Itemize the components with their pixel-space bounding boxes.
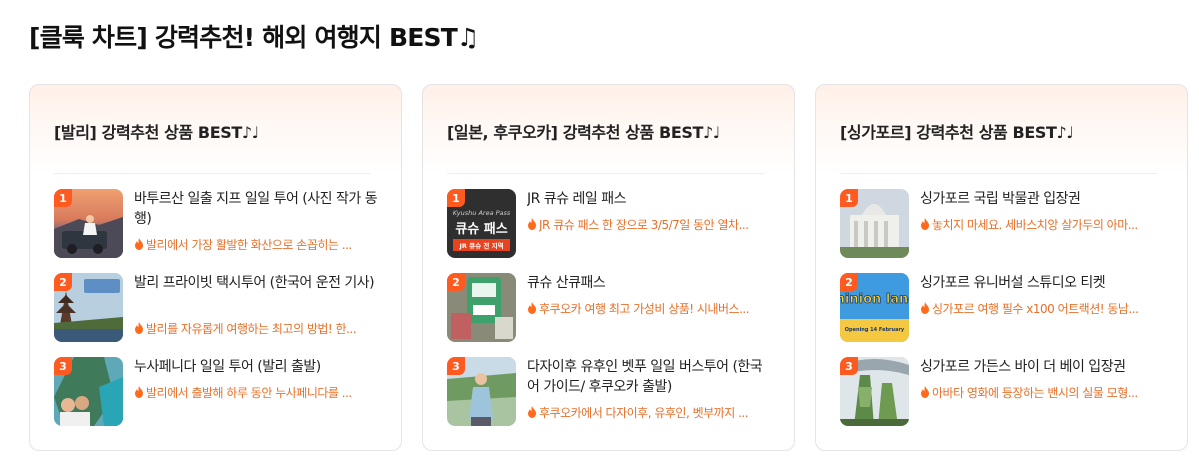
product-description: 후쿠오카에서 다자이후, 유후인, 벳부까지 ...	[527, 403, 772, 421]
product-description: 발리에서 가장 활발한 화산으로 손꼽히는 ...	[134, 235, 379, 253]
card-title: [일본, 후쿠오카] 강력추천 상품 BEST♪♩	[447, 123, 720, 142]
product-title[interactable]: 누사페니다 일일 투어 (발리 출발)	[134, 357, 379, 377]
product-item[interactable]: 1 싱가포르 국립 박물관 입장권 놓치지 마세요. 세바스치앙 살가두의 아마…	[840, 189, 1165, 259]
divider	[447, 173, 764, 174]
card-singapore: [싱가포르] 강력추천 상품 BEST♪♩ 1 싱가포르 국립 박물관 입장권	[815, 84, 1188, 451]
rank-badge: 1	[840, 189, 858, 207]
product-description: 발리를 자유롭게 여행하는 최고의 방법! 한...	[134, 319, 379, 337]
product-item[interactable]: 3 다자이후 유후인 벳푸 일일 버스투어 (한국어 가이드/ 후쿠오카 출발)…	[447, 357, 772, 427]
description-text: 싱가포르 여행 필수 x100 어트랙션! 동남...	[932, 301, 1139, 316]
product-item[interactable]: Kyushu Area Pass 큐슈 패스 JR 큐슈 전 지역 1 JR 큐…	[447, 189, 772, 259]
description-text: 놓치지 마세요. 세바스치앙 살가두의 아마...	[932, 217, 1138, 232]
product-description: 싱가포르 여행 필수 x100 어트랙션! 동남...	[920, 299, 1165, 317]
description-text: 아바타 영화에 등장하는 밴시의 실물 모형...	[932, 385, 1138, 400]
card-fukuoka: [일본, 후쿠오카] 강력추천 상품 BEST♪♩ Kyushu Area Pa…	[422, 84, 795, 451]
product-item[interactable]: 3 싱가포르 가든스 바이 더 베이 입장권 아바타 영화에 등장하는 밴시의 …	[840, 357, 1165, 427]
product-description: 놓치지 마세요. 세바스치앙 살가두의 아마...	[920, 215, 1165, 233]
product-description: 아바타 영화에 등장하는 밴시의 실물 모형...	[920, 383, 1165, 401]
description-text: 후쿠오카 여행 최고 가성비 상품! 시내버스...	[539, 301, 750, 316]
product-title[interactable]: 싱가포르 유니버설 스튜디오 티켓	[920, 273, 1165, 293]
flame-icon	[135, 322, 143, 334]
divider	[54, 173, 371, 174]
flame-icon	[135, 238, 143, 250]
description-text: JR 큐슈 패스 한 장으로 3/5/7일 동안 열차...	[539, 217, 749, 232]
flame-icon	[528, 406, 536, 418]
rank-badge: 2	[447, 273, 465, 291]
best-cards: [발리] 강력추천 상품 BEST♪♩ 1 바투르산 일출 지프 일일 투어 (…	[29, 84, 1189, 451]
product-title[interactable]: JR 큐슈 레일 패스	[527, 189, 772, 209]
product-title[interactable]: 바투르산 일출 지프 일일 투어 (사진 작가 동행)	[134, 189, 379, 229]
description-text: 발리에서 가장 활발한 화산으로 손꼽히는 ...	[146, 237, 352, 252]
description-text: 후쿠오카에서 다자이후, 유후인, 벳부까지 ...	[539, 405, 749, 420]
rank-badge: 2	[54, 273, 72, 291]
flame-icon	[528, 218, 536, 230]
card-title: [싱가포르] 강력추천 상품 BEST♪♩	[840, 123, 1074, 142]
product-description: JR 큐슈 패스 한 장으로 3/5/7일 동안 열차...	[527, 215, 772, 233]
product-item[interactable]: 2 큐슈 산큐패스 후쿠오카 여행 최고 가성비 상품! 시내버스...	[447, 273, 772, 343]
description-text: 발리를 자유롭게 여행하는 최고의 방법! 한...	[146, 321, 357, 336]
product-item[interactable]: 3 누사페니다 일일 투어 (발리 출발) 발리에서 출발해 하루 동안 누사페…	[54, 357, 379, 427]
rank-badge: 3	[447, 357, 465, 375]
card-title: [발리] 강력추천 상품 BEST♪♩	[54, 123, 259, 142]
page-title: [클룩 차트] 강력추천! 해외 여행지 BEST♫	[29, 23, 479, 52]
flame-icon	[921, 386, 929, 398]
product-title[interactable]: 큐슈 산큐패스	[527, 273, 772, 293]
product-item[interactable]: 1 바투르산 일출 지프 일일 투어 (사진 작가 동행) 발리에서 가장 활발…	[54, 189, 379, 259]
rank-badge: 1	[447, 189, 465, 207]
product-title[interactable]: 싱가포르 국립 박물관 입장권	[920, 189, 1165, 209]
svg-text:Kyushu Area Pass: Kyushu Area Pass	[453, 209, 511, 217]
svg-text:Opening 14 February: Opening 14 February	[845, 327, 905, 333]
product-description: 후쿠오카 여행 최고 가성비 상품! 시내버스...	[527, 299, 772, 317]
svg-text:큐슈 패스: 큐슈 패스	[455, 222, 507, 237]
product-item[interactable]: 2 발리 프라이빗 택시투어 (한국어 운전 기사) 발리를 자유롭게 여행하는…	[54, 273, 379, 343]
rank-badge: 3	[840, 357, 858, 375]
flame-icon	[528, 302, 536, 314]
product-description: 발리에서 출발해 하루 동안 누사페니다를 ...	[134, 383, 379, 401]
product-title[interactable]: 다자이후 유후인 벳푸 일일 버스투어 (한국어 가이드/ 후쿠오카 출발)	[527, 357, 772, 397]
flame-icon	[135, 386, 143, 398]
product-item[interactable]: minion land Opening 14 February 2 싱가포르 유…	[840, 273, 1165, 343]
flame-icon	[921, 302, 929, 314]
rank-badge: 2	[840, 273, 858, 291]
svg-text:minion land: minion land	[840, 292, 909, 307]
divider	[840, 173, 1157, 174]
rank-badge: 3	[54, 357, 72, 375]
flame-icon	[921, 218, 929, 230]
description-text: 발리에서 출발해 하루 동안 누사페니다를 ...	[146, 385, 352, 400]
product-title[interactable]: 싱가포르 가든스 바이 더 베이 입장권	[920, 357, 1165, 377]
svg-text:JR 큐슈 전 지역: JR 큐슈 전 지역	[458, 241, 503, 250]
rank-badge: 1	[54, 189, 72, 207]
product-title[interactable]: 발리 프라이빗 택시투어 (한국어 운전 기사)	[134, 273, 379, 293]
card-bali: [발리] 강력추천 상품 BEST♪♩ 1 바투르산 일출 지프 일일 투어 (…	[29, 84, 402, 451]
